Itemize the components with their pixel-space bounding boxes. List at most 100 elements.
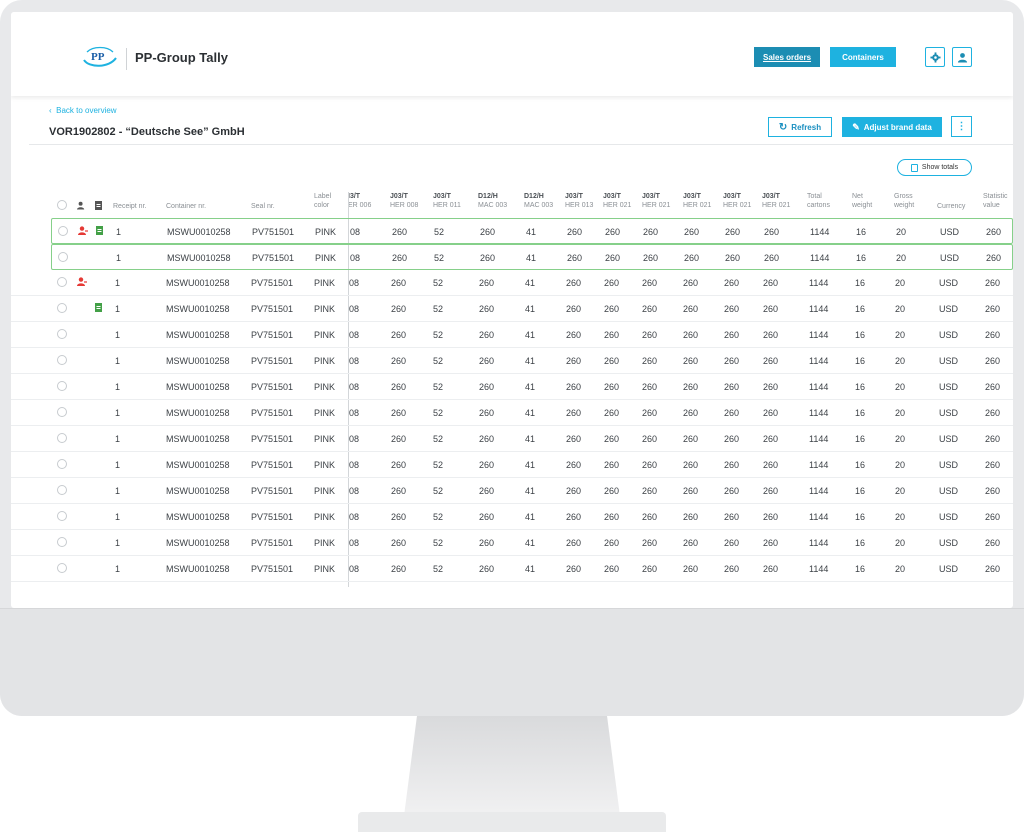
cell-container: MSWU0010258 (166, 460, 230, 470)
cell-stat: 260 (985, 304, 1001, 314)
col-total-cartons[interactable]: Total cartons (807, 192, 830, 210)
col-c4[interactable]: D12/H MAC 003 (478, 192, 507, 210)
col-total-cartons-l2: cartons (807, 202, 830, 209)
profile-button[interactable] (952, 47, 972, 67)
row-select-radio[interactable] (57, 563, 67, 573)
calculator-icon (910, 163, 918, 172)
col-currency[interactable]: Currency (937, 202, 965, 211)
table-row[interactable]: 1 MSWU0010258 PV751501 PINK 08 260 52 260 41 260 2… (11, 426, 1013, 452)
table-row[interactable]: 1 MSWU0010258 PV751501 PINK 08 260 52 260 41 260 2… (11, 452, 1013, 478)
gear-icon (929, 51, 941, 63)
cell-net: 16 (855, 486, 866, 496)
top-navbar: PP PP-Group Tally Sales orders Container… (11, 12, 1013, 96)
col-c3-l2: HER 011 (433, 202, 461, 209)
select-all-radio[interactable] (57, 200, 67, 210)
table-header: Receipt nr. Container nr. Seal nr. Label… (11, 188, 1013, 216)
cell-net: 16 (855, 382, 866, 392)
col-c1-l2: ER 006 (348, 202, 372, 209)
cell-c7: 260 (604, 512, 620, 522)
cell-receipt: 1 (115, 382, 121, 392)
row-select-radio[interactable] (57, 303, 67, 313)
row-select-radio[interactable] (57, 433, 67, 443)
cell-c5: 41 (525, 538, 536, 548)
more-options-button[interactable]: ⋮ (951, 116, 972, 137)
cell-c5: 41 (525, 304, 536, 314)
col-label-color[interactable]: Label color (314, 192, 331, 210)
col-c6[interactable]: J03/T HER 013 (565, 192, 593, 210)
col-c10[interactable]: J03/T HER 021 (723, 192, 751, 210)
table-row[interactable]: 1 MSWU0010258 PV751501 PINK 08 260 52 260 41 260 2… (51, 218, 1013, 244)
table-row[interactable]: 1 MSWU0010258 PV751501 PINK 08 260 52 260 41 260 2… (11, 530, 1013, 556)
adjust-brand-data-button[interactable]: ✎ Adjust brand data (842, 117, 942, 137)
row-select-radio[interactable] (57, 381, 67, 391)
col-receipt-nr[interactable]: Receipt nr. (113, 202, 146, 211)
col-gross-weight[interactable]: Gross weight (894, 192, 914, 210)
col-net-weight[interactable]: Net weight (852, 192, 872, 210)
col-statistic-value-l2: value (983, 202, 1000, 209)
cell-c3: 52 (433, 330, 444, 340)
cell-c4: 260 (479, 304, 495, 314)
cell-c3: 52 (433, 434, 444, 444)
row-select-radio[interactable] (57, 355, 67, 365)
cell-color: PINK (314, 460, 336, 470)
row-select-radio[interactable] (57, 329, 67, 339)
cell-c4: 260 (479, 538, 495, 548)
col-c8[interactable]: J03/T HER 021 (642, 192, 670, 210)
row-select-radio[interactable] (57, 511, 67, 521)
cell-c10: 260 (724, 382, 740, 392)
row-select-radio[interactable] (58, 226, 68, 236)
row-select-radio[interactable] (57, 407, 67, 417)
cell-c10: 260 (724, 538, 740, 548)
table-row[interactable]: 1 MSWU0010258 PV751501 PINK 08 260 52 260 41 260 2… (11, 270, 1013, 296)
containers-button[interactable]: Containers (830, 47, 896, 67)
cell-stat: 260 (985, 434, 1001, 444)
cell-c9: 260 (683, 356, 699, 366)
cell-c9: 260 (683, 486, 699, 496)
table-row[interactable]: 1 MSWU0010258 PV751501 PINK 08 260 52 260 41 260 2… (51, 244, 1013, 270)
table-row[interactable]: 1 MSWU0010258 PV751501 PINK 08 260 52 260 41 260 2… (11, 478, 1013, 504)
cell-c11: 260 (763, 460, 779, 470)
back-to-overview-link[interactable]: ‹ Back to overview (49, 106, 117, 115)
col-statistic-value[interactable]: Statistic value (983, 192, 1008, 210)
col-c9[interactable]: J03/T HER 021 (683, 192, 711, 210)
cell-c5: 41 (525, 486, 536, 496)
refresh-button[interactable]: ↻ Refresh (768, 117, 832, 137)
col-c3[interactable]: J03/T HER 011 (433, 192, 461, 210)
col-container-nr[interactable]: Container nr. (166, 202, 206, 211)
cell-seal: PV751501 (251, 382, 294, 392)
cell-c4: 260 (479, 434, 495, 444)
col-c8-l2: HER 021 (642, 202, 671, 209)
col-c2[interactable]: J03/T HER 008 (390, 192, 418, 210)
col-c7[interactable]: J03/T HER 021 (603, 192, 631, 210)
table-row[interactable]: 1 MSWU0010258 PV751501 PINK 08 260 52 260 41 260 2… (11, 296, 1013, 322)
row-select-radio[interactable] (58, 252, 68, 262)
settings-button[interactable] (925, 47, 945, 67)
col-c9-l2: HER 021 (683, 202, 712, 209)
col-c1[interactable]: I3/T ER 006 (348, 192, 371, 210)
cell-c5: 41 (525, 460, 536, 470)
row-select-radio[interactable] (57, 277, 67, 287)
cell-container: MSWU0010258 (167, 227, 231, 237)
show-totals-button[interactable]: Show totals (897, 159, 972, 176)
row-select-radio[interactable] (57, 459, 67, 469)
col-seal-nr[interactable]: Seal nr. (251, 202, 275, 211)
cell-c6: 260 (566, 460, 582, 470)
cell-c1: 08 (349, 538, 360, 548)
table-row[interactable]: 1 MSWU0010258 PV751501 PINK 08 260 52 260 41 260 2… (11, 400, 1013, 426)
table-row[interactable]: 1 MSWU0010258 PV751501 PINK 08 260 52 260 41 260 2… (11, 374, 1013, 400)
row-select-radio[interactable] (57, 537, 67, 547)
cell-c1: 08 (349, 512, 360, 522)
cell-stat: 260 (985, 512, 1001, 522)
sales-orders-button[interactable]: Sales orders (754, 47, 820, 67)
table-row[interactable]: 1 MSWU0010258 PV751501 PINK 08 260 52 260 41 260 2… (11, 348, 1013, 374)
cell-c2: 260 (391, 486, 407, 496)
cell-seal: PV751501 (252, 227, 295, 237)
col-c5[interactable]: D12/H MAC 003 (524, 192, 553, 210)
row-select-radio[interactable] (57, 485, 67, 495)
table-row[interactable]: 1 MSWU0010258 PV751501 PINK 08 260 52 260 41 260 2… (11, 504, 1013, 530)
col-c11[interactable]: J03/T HER 021 (762, 192, 790, 210)
table-row[interactable]: 1 MSWU0010258 PV751501 PINK 08 260 52 260 41 260 2… (11, 322, 1013, 348)
cell-c11: 260 (764, 227, 780, 237)
cell-stat: 260 (985, 538, 1001, 548)
table-row[interactable]: 1 MSWU0010258 PV751501 PINK 08 260 52 260 41 260 2… (11, 556, 1013, 582)
